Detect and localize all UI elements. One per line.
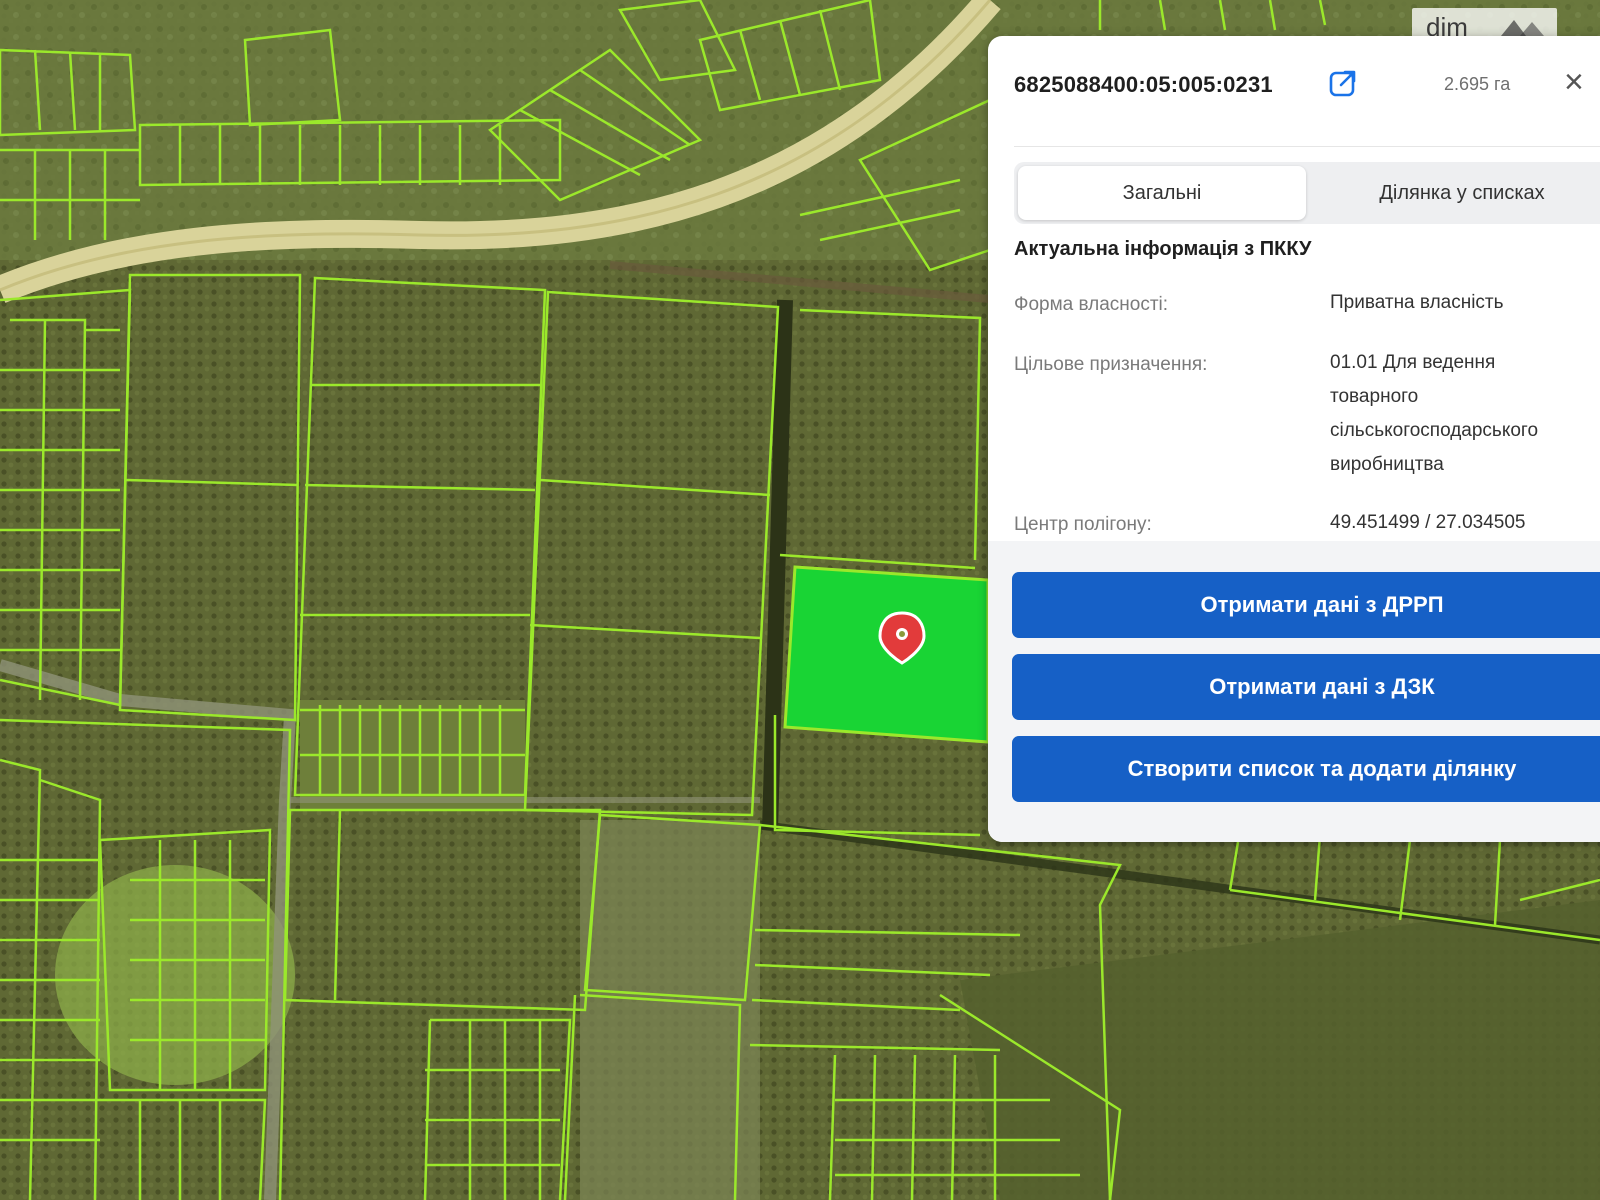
terrain-clearing [55, 865, 295, 1085]
polygon-center-label: Центр полігону: [1014, 514, 1152, 535]
purpose-line: виробництва [1330, 454, 1444, 475]
divider [1014, 146, 1600, 147]
ownership-value: Приватна власність [1330, 292, 1504, 313]
parcel-area: 2.695 га [1444, 74, 1511, 94]
tab-in-lists[interactable]: Ділянка у списках [1314, 166, 1600, 220]
panel-header: 6825088400:05:005:0231 2.695 га × [1014, 64, 1600, 104]
purpose-value: 01.01 Для ведення товарного сільськогосп… [1330, 346, 1600, 482]
terrain-meadow [580, 820, 760, 1200]
external-link-icon[interactable] [1328, 68, 1358, 98]
get-dzk-data-button[interactable]: Отримати дані з ДЗК [1012, 654, 1600, 720]
tab-general[interactable]: Загальні [1018, 166, 1306, 220]
section-title: Актуальна інформація з ПККУ [1014, 238, 1312, 260]
polygon-center-value: 49.451499 / 27.034505 [1330, 512, 1526, 533]
purpose-line: сільськогосподарського [1330, 420, 1539, 441]
ownership-label: Форма власності: [1014, 294, 1169, 315]
close-icon[interactable]: × [1564, 64, 1584, 100]
purpose-line: товарного [1330, 386, 1419, 407]
purpose-line: 01.01 Для ведення [1330, 352, 1496, 373]
parcel-info-panel: 6825088400:05:005:0231 2.695 га × Загаль… [988, 36, 1600, 842]
get-drrp-data-button[interactable]: Отримати дані з ДРРП [1012, 572, 1600, 638]
create-list-add-parcel-button[interactable]: Створити список та додати ділянку [1012, 736, 1600, 802]
tab-bar: Загальні Ділянка у списках [1014, 162, 1600, 224]
cadastral-number: 6825088400:05:005:0231 [1014, 72, 1273, 97]
selected-parcel[interactable] [783, 565, 990, 744]
purpose-label: Цільове призначення: [1014, 354, 1208, 375]
